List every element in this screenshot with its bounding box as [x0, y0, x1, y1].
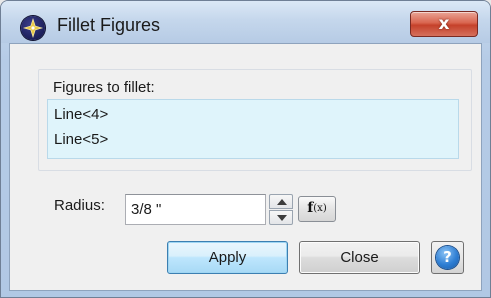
list-item[interactable]: Line<5> [54, 131, 108, 148]
figures-label: Figures to fillet: [53, 79, 155, 96]
close-button[interactable]: Close [299, 241, 420, 274]
help-button[interactable]: ? [431, 241, 464, 274]
arrow-up-icon [277, 199, 287, 205]
window-title: Fillet Figures [57, 15, 161, 35]
title-bar[interactable]: Fillet Figures x [1, 1, 490, 43]
function-x-glyph: (x) [313, 203, 327, 214]
window-close-button[interactable]: x [410, 11, 478, 37]
fillet-figures-dialog: Fillet Figures x Figures to fillet: Line… [0, 0, 491, 298]
list-item[interactable]: Line<4> [54, 106, 108, 123]
radius-input[interactable] [125, 194, 266, 225]
function-button[interactable]: f(x) [298, 196, 336, 222]
help-icon: ? [436, 246, 459, 269]
close-icon: x [438, 14, 450, 34]
radius-label: Radius: [54, 197, 105, 214]
function-icon: f(x) [307, 200, 326, 216]
spin-up-button[interactable] [269, 194, 293, 209]
arrow-down-icon [277, 215, 287, 221]
figures-listbox[interactable]: Line<4> Line<5> [47, 99, 459, 159]
spin-down-button[interactable] [269, 210, 293, 225]
radius-spinner [269, 194, 293, 225]
star-compass-icon [21, 16, 45, 40]
apply-button[interactable]: Apply [167, 241, 288, 274]
